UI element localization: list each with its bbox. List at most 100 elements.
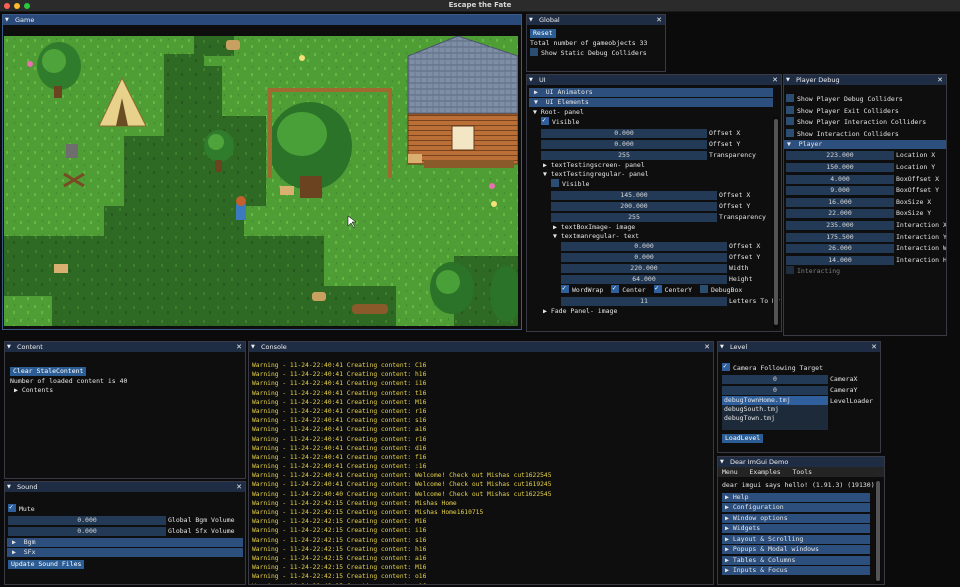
collapse-icon[interactable]: ▼ [529, 17, 535, 23]
demo-section-header[interactable]: ▶ Inputs & Focus [722, 566, 870, 575]
centery-checkbox[interactable] [653, 283, 662, 294]
imgui-demo-header[interactable]: ▼ Dear ImGui Demo [718, 457, 884, 467]
close-icon[interactable]: ✕ [656, 16, 662, 24]
text-offset-y-field[interactable]: 0.000 [561, 253, 727, 262]
player-section-header[interactable]: ▼ Player [784, 140, 946, 150]
level-file-item[interactable]: debugSouth.tmj [722, 405, 828, 414]
root-visible-checkbox[interactable] [541, 115, 549, 126]
camera-x-field[interactable]: 0 [722, 375, 828, 384]
demo-section-header[interactable]: ▶ Widgets [722, 524, 870, 533]
close-icon[interactable]: ✕ [236, 343, 242, 351]
player-stat-field[interactable]: 16.000 [786, 197, 894, 207]
demo-section-header[interactable]: ▶ Popups & Modal windows [722, 545, 870, 554]
root-offset-y-field[interactable]: 0.000 [541, 140, 707, 149]
mute-checkbox[interactable] [8, 502, 16, 513]
close-icon[interactable]: ✕ [772, 76, 778, 84]
sfx-volume-slider[interactable]: 0.000 [8, 527, 166, 536]
player-stat-field[interactable]: 9.000 [786, 186, 894, 196]
reset-button[interactable]: Reset [530, 29, 556, 38]
demo-section-header[interactable]: ▶ Layout & Scrolling [722, 534, 870, 544]
content-window-header[interactable]: ▼ Content ✕ [5, 342, 245, 352]
sound-window-header[interactable]: ▼ Sound ✕ [5, 482, 245, 492]
collapse-icon[interactable]: ▼ [786, 77, 792, 83]
contents-tree-node[interactable]: ▶ Contents [10, 386, 240, 395]
clear-stale-content-button[interactable]: Clear StaleContent [10, 367, 87, 376]
collapse-icon[interactable]: ▼ [5, 17, 11, 23]
close-icon[interactable]: ✕ [236, 483, 242, 491]
demo-section-header[interactable]: ▶ Help [722, 492, 870, 502]
console-window-header[interactable]: ▼ Console ✕ [249, 342, 713, 352]
demo-scrollbar-thumb[interactable] [876, 481, 880, 581]
player-stat-field[interactable]: 150.000 [786, 162, 894, 172]
game-viewport[interactable] [4, 36, 518, 326]
demo-scrollbar[interactable] [875, 479, 881, 584]
fade-panel-node[interactable]: ▶ Fade Panel- image [527, 307, 775, 316]
close-icon[interactable]: ✕ [704, 343, 710, 351]
player-stat-field[interactable]: 14.000 [786, 255, 894, 265]
bgm-header[interactable]: ▶ Bgm [7, 538, 243, 547]
letters-to-draw-field[interactable]: 11 [561, 297, 727, 306]
root-offset-x-field[interactable]: 0.000 [541, 129, 707, 138]
player-stat-field[interactable]: 22.000 [786, 209, 894, 219]
wordwrap-checkbox[interactable] [561, 283, 569, 294]
regular-panel-node[interactable]: ▼ textTestingregular- panel [527, 170, 775, 179]
interaction-colliders-checkbox[interactable] [786, 128, 794, 137]
regular-offset-x-field[interactable]: 145.000 [551, 191, 717, 200]
collapse-icon[interactable]: ▼ [529, 77, 535, 83]
player-debug-colliders-checkbox[interactable] [786, 94, 794, 102]
ui-scrollbar[interactable] [773, 117, 779, 329]
demo-section-header[interactable]: ▶ Window options [722, 513, 870, 523]
level-file-item[interactable]: debugTown.tmj [722, 414, 828, 423]
player-stat-field[interactable]: 175.500 [786, 232, 894, 242]
regular-transparency-field[interactable]: 255 [551, 213, 717, 222]
collapse-icon[interactable]: ▼ [251, 344, 257, 350]
text-width-field[interactable]: 220.000 [561, 264, 727, 273]
player-debug-header[interactable]: ▼ Player Debug ✕ [784, 75, 946, 85]
camera-follow-checkbox[interactable] [722, 361, 730, 372]
screen-panel-node[interactable]: ▶ textTestingscreen- panel [527, 161, 775, 170]
collapse-icon[interactable]: ▼ [7, 344, 13, 350]
regular-offset-y-field[interactable]: 200.000 [551, 202, 717, 211]
ui-elements-header[interactable]: ▼ UI Elements [529, 98, 773, 107]
demo-section-header[interactable]: ▶ Tables & Columns [722, 555, 870, 565]
player-exit-colliders-checkbox[interactable] [786, 105, 794, 114]
bgm-volume-slider[interactable]: 0.000 [8, 516, 166, 525]
player-stat-field[interactable]: 223.000 [786, 151, 894, 161]
debugbox-checkbox[interactable] [699, 285, 708, 293]
close-icon[interactable]: ✕ [871, 343, 877, 351]
regular-visible-checkbox[interactable] [551, 179, 559, 187]
update-sound-files-button[interactable]: Update Sound Files [8, 560, 85, 569]
close-icon[interactable]: ✕ [937, 76, 943, 84]
camera-y-field[interactable]: 0 [722, 386, 828, 395]
collapse-icon[interactable]: ▼ [7, 484, 13, 490]
game-window-header[interactable]: ▼ Game [3, 15, 521, 25]
player-interaction-colliders-checkbox[interactable] [786, 117, 794, 126]
demo-section-header[interactable]: ▶ Configuration [722, 503, 870, 512]
level-window-header[interactable]: ▼ Level ✕ [718, 342, 880, 352]
menu-tools[interactable]: Tools [792, 468, 812, 476]
textbox-image-node[interactable]: ▶ textBoxImage- image [527, 223, 775, 232]
menu-menu[interactable]: Menu [722, 468, 738, 476]
text-offset-x-field[interactable]: 0.000 [561, 242, 727, 251]
text-height-field[interactable]: 64.000 [561, 275, 727, 284]
ui-window-header[interactable]: ▼ UI ✕ [527, 75, 781, 85]
load-level-button[interactable]: LoadLevel [722, 434, 764, 443]
collapse-icon[interactable]: ▼ [720, 459, 726, 465]
menu-examples[interactable]: Examples [749, 468, 780, 476]
root-panel-node[interactable]: ▼ Root- panel [527, 108, 775, 117]
level-file-selected[interactable]: debugTownHome.tmj [722, 396, 828, 405]
static-colliders-checkbox[interactable] [530, 48, 538, 56]
ui-animators-header[interactable]: ▶ UI Animators [529, 88, 773, 97]
level-file-list[interactable]: debugTownHome.tmj debugSouth.tmj debugTo… [722, 396, 828, 430]
textman-text-node[interactable]: ▼ textmanregular- text [527, 232, 775, 241]
center-checkbox[interactable] [611, 283, 620, 294]
ui-scrollbar-thumb[interactable] [774, 119, 778, 325]
player-stat-field[interactable]: 235.000 [786, 220, 894, 230]
root-transparency-field[interactable]: 255 [541, 151, 707, 160]
sfx-header[interactable]: ▶ SFx [7, 548, 243, 557]
app-title: Escape the Fate [448, 1, 512, 9]
player-stat-field[interactable]: 26.000 [786, 244, 894, 254]
collapse-icon[interactable]: ▼ [720, 344, 726, 350]
player-stat-field[interactable]: 4.000 [786, 174, 894, 184]
global-window-header[interactable]: ▼ Global ✕ [527, 15, 665, 25]
